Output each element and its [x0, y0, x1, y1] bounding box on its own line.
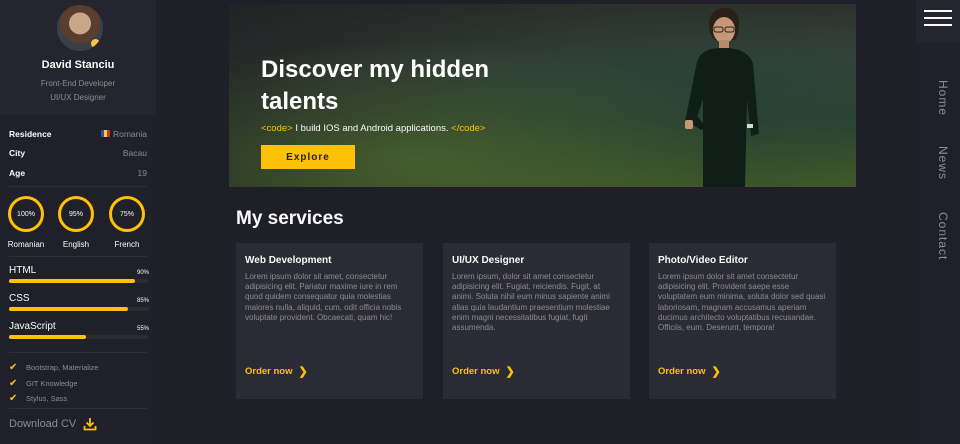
nav-link-news[interactable]: News — [926, 146, 950, 180]
services-title: My services — [236, 208, 344, 229]
card-title: Photo/Video Editor — [658, 255, 748, 266]
profile-role: UI/UX Designer — [50, 93, 106, 102]
order-now-link[interactable]: Order now ❯ — [658, 365, 721, 378]
skill-bar-fill — [9, 279, 135, 283]
card-text: Lorem ipsum dolor sit amet, consectetur … — [245, 272, 402, 322]
list-item: ✔ GIT Knowledge — [9, 376, 99, 392]
avatar — [57, 5, 103, 51]
info-row-city: City Bacau — [9, 144, 147, 164]
extra-skills: ✔ Bootstrap, Materialize ✔ GIT Knowledge… — [9, 360, 99, 407]
language-label: Romanian — [7, 240, 45, 249]
divider — [9, 352, 147, 353]
order-now-link[interactable]: Order now ❯ — [245, 365, 308, 378]
hero-subtitle-text: I build IOS and Android applications. — [292, 123, 452, 134]
info-key: City — [9, 148, 26, 159]
skill-javascript: JavaScript 55% — [9, 321, 149, 339]
skill-name: CSS — [9, 293, 30, 304]
extra-skill-label: GIT Knowledge — [26, 378, 78, 388]
hero-banner: Discover my hidden talents <code> I buil… — [229, 4, 856, 187]
profile-role: Front-End Developer — [40, 79, 116, 88]
nav-link-contact[interactable]: Contact — [926, 212, 950, 260]
code-tag-open: <code> — [261, 123, 293, 134]
divider — [9, 408, 147, 409]
info-key: Residence — [9, 128, 52, 139]
language-progress-ring: 100% — [8, 196, 44, 232]
order-now-label: Order now — [452, 366, 500, 377]
menu-button[interactable] — [916, 0, 960, 42]
right-navigation: Home News Contact — [916, 0, 960, 444]
info-key: Age — [9, 167, 26, 178]
portrait-image — [685, 8, 759, 187]
romania-flag-icon — [100, 130, 110, 138]
extra-skill-label: Stylus, Sass — [26, 394, 68, 404]
chevron-right-icon: ❯ — [505, 366, 515, 378]
skill-bar-fill — [9, 307, 128, 311]
language-label: French — [114, 240, 140, 249]
skill-name: HTML — [9, 265, 37, 276]
profile-name: David Stanciu — [41, 59, 115, 71]
language-romanian: 100% Romanian — [6, 196, 46, 249]
sidebar: David Stanciu Front-End Developer UI/UX … — [0, 0, 156, 444]
info-row-age: Age 19 — [9, 163, 147, 183]
chevron-right-icon: ❯ — [298, 366, 308, 378]
language-progress-ring: 75% — [109, 196, 145, 232]
code-tag-close: </code> — [451, 123, 486, 134]
divider — [9, 256, 147, 257]
skill-bar — [9, 335, 149, 339]
skill-name: JavaScript — [9, 321, 56, 332]
hero-subtitle: <code> I build IOS and Android applicati… — [261, 123, 485, 134]
extra-skill-label: Bootstrap, Materialize — [26, 363, 99, 373]
download-cv-link[interactable]: Download CV — [9, 417, 97, 431]
order-now-label: Order now — [245, 366, 293, 377]
hamburger-menu-icon — [924, 10, 952, 32]
list-item: ✔ Stylus, Sass — [9, 391, 99, 407]
skill-html: HTML 90% — [9, 265, 149, 283]
hero-title: Discover my hidden talents — [261, 56, 490, 115]
check-icon: ✔ — [9, 393, 18, 405]
card-title: Web Development — [245, 255, 332, 266]
online-status-icon — [91, 39, 100, 48]
divider — [9, 186, 147, 187]
download-icon — [83, 418, 97, 431]
skill-css: CSS 85% — [9, 293, 149, 311]
info-value: Romania — [100, 128, 147, 139]
language-english: 95% English — [56, 196, 96, 249]
skill-percent: 90% — [136, 270, 149, 276]
card-title: UI/UX Designer — [452, 255, 525, 266]
service-card-photo-video-editor: Photo/Video Editor Lorem ipsum dolor sit… — [649, 243, 836, 399]
check-icon: ✔ — [9, 362, 18, 374]
personal-info: Residence Romania City Bacau Age 19 — [9, 124, 147, 183]
check-icon: ✔ — [9, 377, 18, 389]
service-card-ui-ux-designer: UI/UX Designer Lorem ipsum, dolor sit am… — [443, 243, 630, 399]
service-card-web-development: Web Development Lorem ipsum dolor sit am… — [236, 243, 423, 399]
order-now-label: Order now — [658, 366, 706, 377]
explore-button[interactable]: Explore — [261, 145, 355, 169]
info-row-residence: Residence Romania — [9, 124, 147, 144]
skill-bar-fill — [9, 335, 86, 339]
skill-bar — [9, 279, 149, 283]
profile-card: David Stanciu Front-End Developer UI/UX … — [0, 0, 156, 115]
chevron-right-icon: ❯ — [711, 366, 721, 378]
skill-percent: 85% — [136, 298, 149, 304]
language-french: 75% French — [107, 196, 147, 249]
card-text: Lorem ipsum dolor sit amet consectetur a… — [658, 272, 826, 333]
nav-link-home[interactable]: Home — [926, 80, 950, 116]
skill-percent: 55% — [136, 326, 149, 332]
skill-bar — [9, 307, 149, 311]
info-value-text: Romania — [112, 128, 147, 139]
info-value: Bacau — [122, 148, 147, 159]
language-progress-ring: 95% — [58, 196, 94, 232]
order-now-link[interactable]: Order now ❯ — [452, 365, 515, 378]
info-value: 19 — [137, 167, 147, 178]
download-cv-label: Download CV — [9, 418, 77, 430]
language-label: English — [62, 240, 90, 249]
card-text: Lorem ipsum, dolor sit amet consectetur … — [452, 272, 610, 333]
list-item: ✔ Bootstrap, Materialize — [9, 360, 99, 376]
